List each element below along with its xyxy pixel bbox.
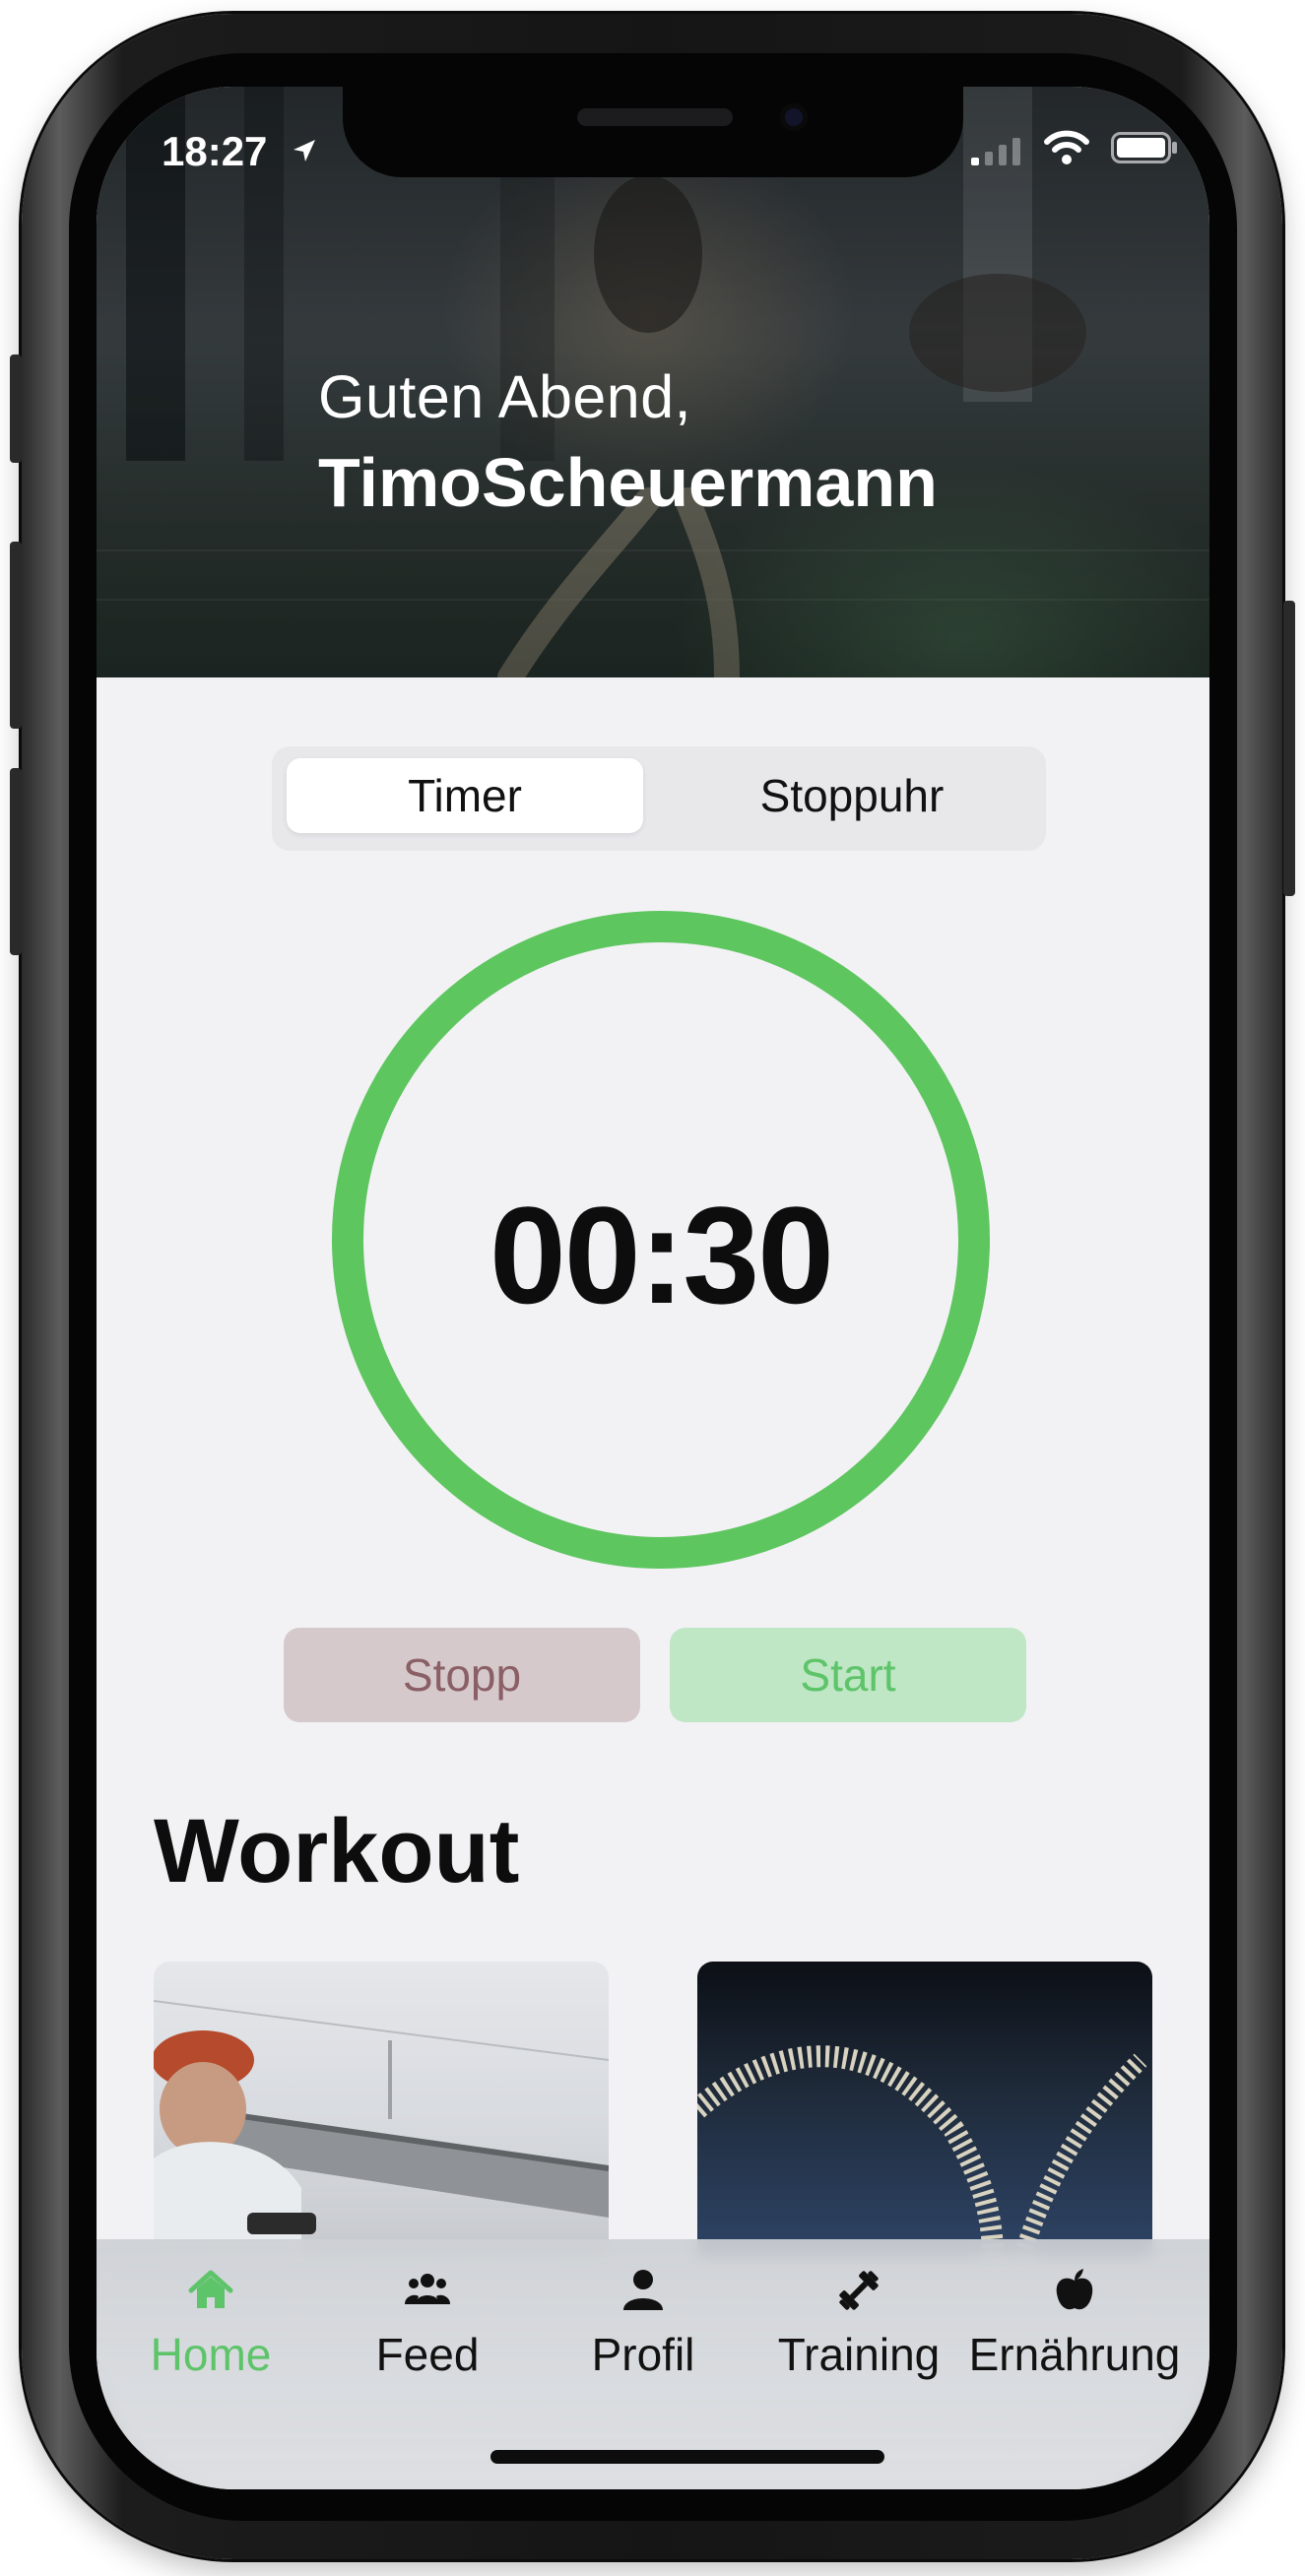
timer-display: 00:30 [489, 1178, 834, 1332]
tab-home-label: Home [150, 2329, 272, 2380]
phone-screen: Guten Abend, TimoScheuermann 18:27 Timer… [97, 87, 1209, 2489]
tab-ernaehrung[interactable]: Ernährung [966, 2267, 1183, 2381]
people-icon [405, 2274, 450, 2304]
status-time: 18:27 [162, 128, 268, 174]
tab-feed[interactable]: Feed [319, 2267, 536, 2381]
home-indicator[interactable] [490, 2450, 884, 2464]
workout-section-title: Workout [154, 1801, 520, 1901]
home-icon [188, 2270, 233, 2308]
workout-card-battle-ropes[interactable] [697, 1962, 1152, 2257]
apple-icon [1056, 2269, 1093, 2310]
dumbbell-icon [839, 2271, 879, 2310]
person-icon [623, 2270, 663, 2310]
tab-training-label: Training [777, 2329, 941, 2380]
wifi-icon [1044, 130, 1089, 164]
tab-feed-label: Feed [375, 2329, 480, 2380]
start-button[interactable]: Start [670, 1628, 1026, 1722]
location-arrow-icon [294, 140, 315, 161]
battle-ropes-image [697, 2045, 1147, 2257]
tab-profil[interactable]: Profil [535, 2267, 751, 2381]
front-camera [780, 103, 808, 131]
greeting-text: Guten Abend, [318, 363, 692, 430]
stop-button[interactable]: Stopp [284, 1628, 640, 1722]
tab-profil-label: Profil [591, 2329, 695, 2380]
tab-home[interactable]: Home [102, 2267, 319, 2381]
username-text: TimoScheuermann [318, 444, 938, 521]
power-button [1283, 601, 1295, 896]
tab-training[interactable]: Training [750, 2267, 967, 2381]
volume-down-button [10, 768, 22, 955]
cellular-signal-icon [971, 138, 1020, 165]
volume-up-button [10, 542, 22, 729]
workout-card-smartwatch[interactable] [154, 1962, 609, 2257]
battery-icon [1111, 132, 1177, 163]
notch [343, 87, 963, 177]
speaker-grille [577, 108, 733, 126]
man-with-smartwatch-image [154, 2000, 609, 2257]
tab-ernaehrung-label: Ernährung [968, 2329, 1181, 2380]
segment-stopwatch[interactable]: Stoppuhr [674, 758, 1030, 833]
segment-timer[interactable]: Timer [287, 758, 643, 833]
mode-segmented-control: Timer Stoppuhr [272, 746, 1046, 851]
mute-switch [10, 354, 22, 463]
